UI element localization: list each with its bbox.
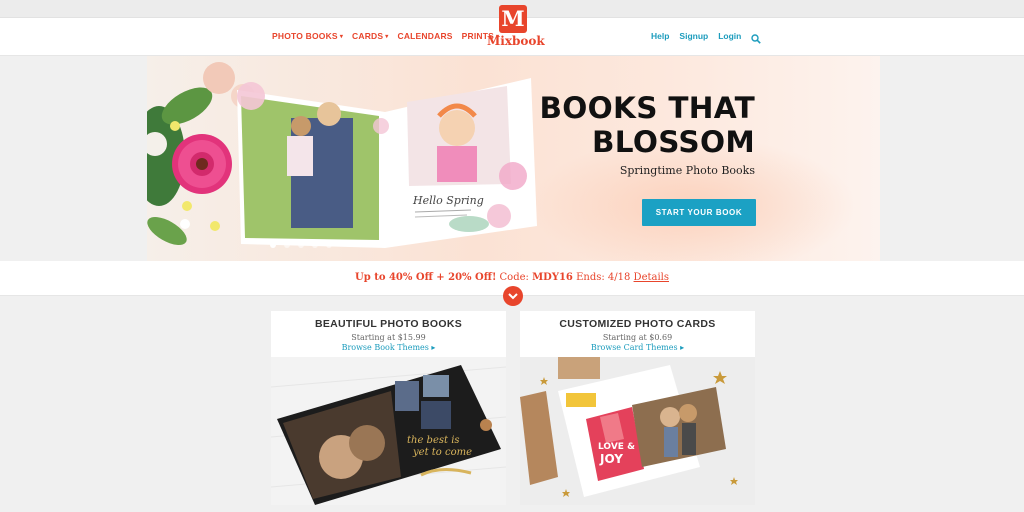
account-nav: Help Signup Login xyxy=(651,31,762,44)
card-title: BEAUTIFUL PHOTO BOOKS xyxy=(314,318,463,330)
login-link[interactable]: Login xyxy=(718,31,741,41)
nav-photo-books[interactable]: PHOTO BOOKS ▾ xyxy=(272,31,343,41)
chevron-down-icon: ▾ xyxy=(385,34,389,40)
card-price: Starting at $15.99 xyxy=(351,333,426,342)
browse-book-themes-link[interactable]: Browse Book Themes ▸ xyxy=(271,343,506,352)
start-your-book-button[interactable]: START YOUR BOOK xyxy=(642,199,756,226)
promo-code-label: Code: xyxy=(499,272,529,283)
chevron-down-icon xyxy=(508,293,518,300)
help-link[interactable]: Help xyxy=(651,31,669,41)
chevron-down-icon: ▾ xyxy=(339,34,344,40)
scroll-down-button[interactable] xyxy=(503,286,523,306)
main-nav: PHOTO BOOKS ▾ CARDS ▾ CALENDARS PRINTS ▾ xyxy=(272,31,499,41)
card-title: CUSTOMIZED PHOTO CARDS xyxy=(559,318,716,330)
book-caption: Hello Spring xyxy=(412,194,484,207)
photo-card-product-image: LOVE & JOY xyxy=(520,357,755,505)
carousel-dot[interactable] xyxy=(270,242,276,248)
browse-card-themes-link[interactable]: Browse Card Themes ▸ xyxy=(520,343,755,352)
card-price: Starting at $0.69 xyxy=(602,333,673,342)
logo-text: Mixbook xyxy=(487,34,545,48)
photo-book-product-image: the best is yet to come xyxy=(271,357,506,505)
carousel-dots xyxy=(270,242,332,248)
site-header: PHOTO BOOKS ▾ CARDS ▾ CALENDARS PRINTS ▾ M … xyxy=(0,5,1024,56)
promo-offer: Up to 40% Off + 20% Off! xyxy=(355,272,497,283)
card-photo-cards[interactable]: CUSTOMIZED PHOTO CARDS Starting at $0.69… xyxy=(520,311,755,505)
svg-text:JOY: JOY xyxy=(599,452,623,466)
svg-text:yet to come: yet to come xyxy=(412,447,472,458)
signup-link[interactable]: Signup xyxy=(679,31,708,41)
promo-ends: Ends: 4/18 xyxy=(576,272,631,283)
search-icon[interactable] xyxy=(751,31,762,44)
svg-text:LOVE &: LOVE & xyxy=(598,442,635,452)
promo-details-link[interactable]: Details xyxy=(634,272,669,283)
carousel-dot[interactable] xyxy=(284,242,290,248)
hero-headline: BOOKS THAT BLOSSOM xyxy=(537,91,755,159)
headline-line-1: BOOKS THAT xyxy=(539,91,755,125)
svg-text:the best is: the best is xyxy=(407,435,460,446)
carousel-dot[interactable] xyxy=(298,242,304,248)
hero-subtitle: Springtime Photo Books xyxy=(619,164,755,177)
carousel-dot[interactable] xyxy=(326,242,332,248)
logo-badge: M xyxy=(499,5,527,33)
carousel-dot[interactable] xyxy=(312,242,318,248)
nav-cards[interactable]: CARDS ▾ xyxy=(352,31,388,41)
mixbook-logo[interactable]: M Mixbook xyxy=(487,5,545,48)
photo-book-image: Hello Spring xyxy=(237,78,537,248)
nav-calendars[interactable]: CALENDARS xyxy=(397,31,452,41)
headline-line-2: BLOSSOM xyxy=(591,125,755,159)
card-photo-books[interactable]: BEAUTIFUL PHOTO BOOKS Starting at $15.99… xyxy=(271,311,506,505)
hero-banner: Hello Spring BOOKS THAT BLOSSOM Springti… xyxy=(147,56,880,261)
promo-code: MDY16 xyxy=(532,272,573,283)
